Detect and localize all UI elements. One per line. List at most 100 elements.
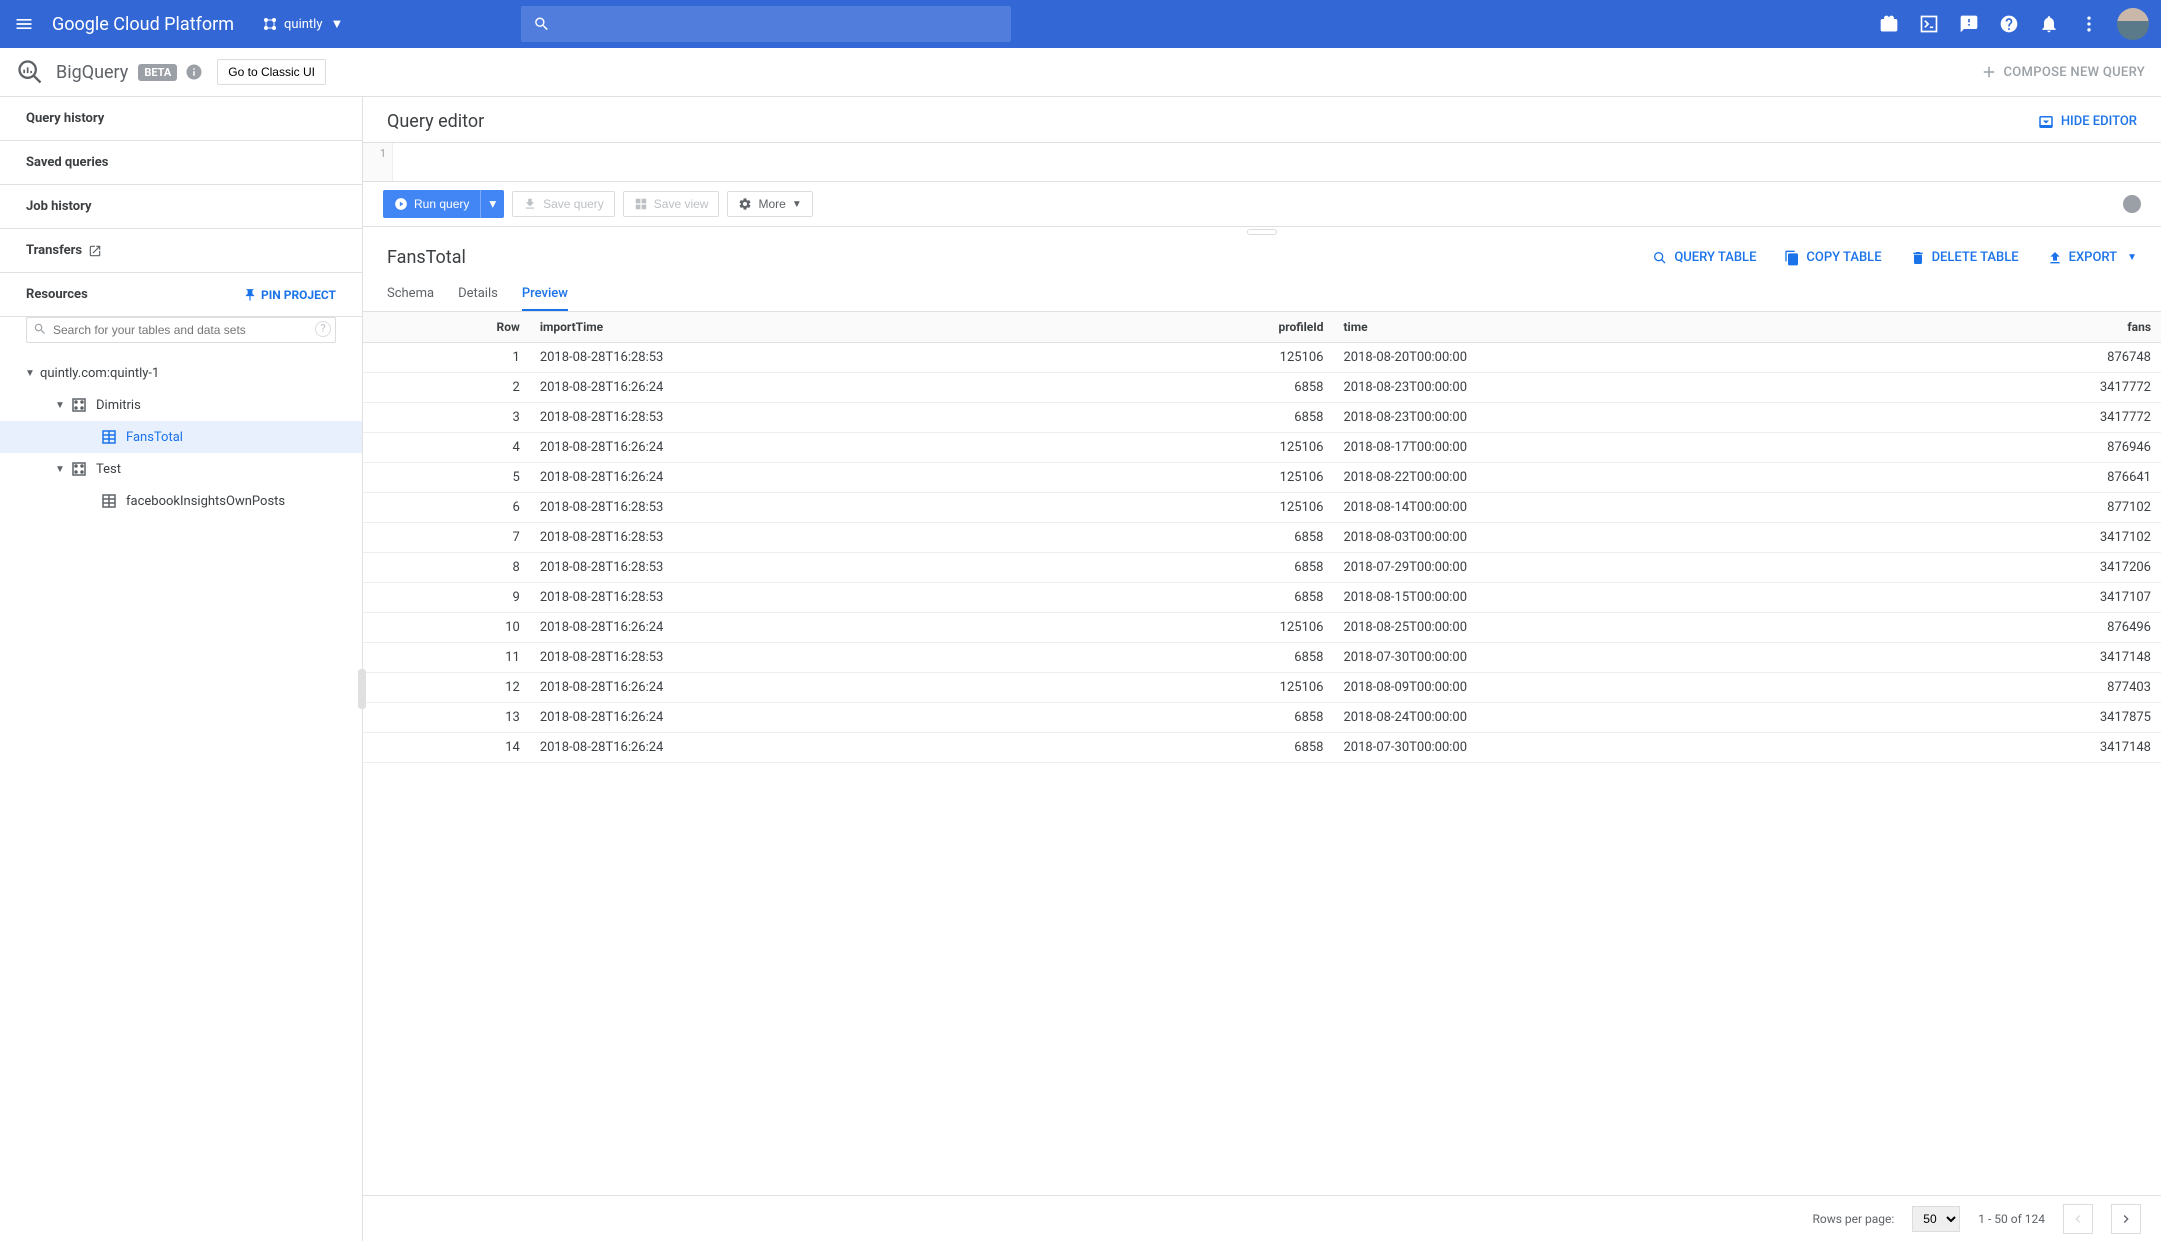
table-row[interactable]: 112018-08-28T16:28:5368582018-07-30T00:0… [363,643,2161,673]
table-row[interactable]: 42018-08-28T16:26:241251062018-08-17T00:… [363,433,2161,463]
gift-icon[interactable] [1877,12,1901,36]
table-row[interactable]: 142018-08-28T16:26:2468582018-07-30T00:0… [363,733,2161,763]
copy-table-button[interactable]: COPY TABLE [1784,250,1881,266]
table-cell: 2018-08-28T16:28:53 [530,403,1083,433]
search-icon [533,15,550,33]
table-header: FansTotal QUERY TABLE COPY TABLE DELETE … [363,237,2161,278]
resources-search-input[interactable] [26,317,336,343]
info-icon[interactable] [185,63,203,81]
table-row[interactable]: 102018-08-28T16:26:241251062018-08-25T00… [363,613,2161,643]
help-icon[interactable] [1997,12,2021,36]
table-cell: 125106 [1083,493,1333,523]
table-cell: 125106 [1083,463,1333,493]
sidebar-resize-handle[interactable] [358,669,366,709]
sidebar-transfers[interactable]: Transfers [0,229,362,273]
global-search[interactable] [521,6,1011,42]
compose-query-button[interactable]: COMPOSE NEW QUERY [1980,63,2145,81]
query-table-button[interactable]: QUERY TABLE [1652,250,1756,266]
search-icon [33,322,47,336]
tab-preview[interactable]: Preview [522,278,568,311]
classic-ui-button[interactable]: Go to Classic UI [217,59,326,85]
more-vert-icon[interactable] [2077,12,2101,36]
sql-editor[interactable]: 1 [363,142,2161,182]
table-row[interactable]: 32018-08-28T16:28:5368582018-08-23T00:00… [363,403,2161,433]
delete-table-button[interactable]: DELETE TABLE [1910,250,2019,266]
feedback-icon[interactable] [1957,12,1981,36]
tree-project[interactable]: ▼ quintly.com:quintly-1 [0,357,362,389]
tab-details[interactable]: Details [458,278,498,311]
save-query-button[interactable]: Save query [512,191,615,217]
table-row[interactable]: 62018-08-28T16:28:531251062018-08-14T00:… [363,493,2161,523]
project-name: quintly [284,17,322,32]
save-view-button[interactable]: Save view [623,191,720,217]
table-cell: 10 [363,613,530,643]
table-icon [100,492,118,510]
table-cell: 3 [363,403,530,433]
bigquery-icon [16,58,44,86]
column-header: time [1334,312,1887,343]
prev-page-button[interactable] [2063,1204,2093,1234]
resource-tree: ▼ quintly.com:quintly-1 ▼ Dimitris FansT… [0,353,362,521]
tree-table-facebook[interactable]: facebookInsightsOwnPosts [0,485,362,517]
sidebar-saved-queries[interactable]: Saved queries [0,141,362,185]
column-header: profileId [1083,312,1333,343]
table-cell: 877102 [1887,493,2161,523]
table-cell: 3417875 [1887,703,2161,733]
rows-per-page-select[interactable]: 50 [1912,1206,1960,1232]
tree-dataset-dimitris[interactable]: ▼ Dimitris [0,389,362,421]
chevron-down-icon[interactable]: ▼ [50,464,70,475]
table-cell: 12 [363,673,530,703]
table-cell: 2018-08-28T16:26:24 [530,433,1083,463]
tree-dataset-test[interactable]: ▼ Test [0,453,362,485]
user-avatar[interactable] [2117,8,2149,40]
editor-resize-handle[interactable] [363,227,2161,237]
table-row[interactable]: 12018-08-28T16:28:531251062018-08-20T00:… [363,343,2161,373]
search-help-icon[interactable]: ? [315,321,331,337]
table-cell: 2018-08-28T16:28:53 [530,523,1083,553]
hide-editor-button[interactable]: HIDE EDITOR [2037,113,2137,131]
table-cell: 2018-08-28T16:26:24 [530,373,1083,403]
more-button[interactable]: More ▼ [727,191,812,217]
table-cell: 2018-08-28T16:26:24 [530,613,1083,643]
editor-line-number: 1 [363,143,393,181]
sidebar-job-history[interactable]: Job history [0,185,362,229]
table-cell: 2018-08-28T16:26:24 [530,733,1083,763]
table-row[interactable]: 92018-08-28T16:28:5368582018-08-15T00:00… [363,583,2161,613]
table-row[interactable]: 122018-08-28T16:26:241251062018-08-09T00… [363,673,2161,703]
preview-table: RowimportTimeprofileIdtimefans 12018-08-… [363,312,2161,763]
notifications-icon[interactable] [2037,12,2061,36]
preview-table-container: RowimportTimeprofileIdtimefans 12018-08-… [363,312,2161,1195]
export-button[interactable]: EXPORT ▼ [2047,250,2137,266]
chevron-down-icon[interactable]: ▼ [50,400,70,411]
chevron-down-icon[interactable]: ▼ [20,368,40,379]
pin-project-button[interactable]: PIN PROJECT [243,288,336,302]
run-query-button[interactable]: Run query [383,190,480,218]
table-row[interactable]: 132018-08-28T16:26:2468582018-08-24T00:0… [363,703,2161,733]
table-row[interactable]: 22018-08-28T16:26:2468582018-08-23T00:00… [363,373,2161,403]
table-cell: 1 [363,343,530,373]
table-row[interactable]: 82018-08-28T16:28:5368582018-07-29T00:00… [363,553,2161,583]
table-cell: 3417772 [1887,403,2161,433]
next-page-button[interactable] [2111,1204,2141,1234]
table-cell: 13 [363,703,530,733]
tree-table-fanstotal[interactable]: FansTotal [0,421,362,453]
hamburger-menu-icon[interactable] [12,12,36,36]
global-search-input[interactable] [551,16,1000,32]
table-row[interactable]: 72018-08-28T16:28:5368582018-08-03T00:00… [363,523,2161,553]
product-title: BigQuery [56,62,128,83]
run-query-dropdown[interactable]: ▾ [480,190,504,218]
cloud-shell-icon[interactable] [1917,12,1941,36]
table-cell: 7 [363,523,530,553]
project-selector[interactable]: quintly ▼ [254,12,351,36]
tab-schema[interactable]: Schema [387,278,434,311]
sidebar: Query history Saved queries Job history … [0,97,363,1241]
chevron-down-icon: ▼ [330,16,343,32]
table-cell: 125106 [1083,343,1333,373]
table-row[interactable]: 52018-08-28T16:26:241251062018-08-22T00:… [363,463,2161,493]
table-cell: 6858 [1083,583,1333,613]
table-cell: 876496 [1887,613,2161,643]
gcp-logo[interactable]: Google Cloud Platform [52,14,234,35]
top-header: Google Cloud Platform quintly ▼ [0,0,2161,48]
sidebar-query-history[interactable]: Query history [0,97,362,141]
editor-textarea[interactable] [393,143,2161,181]
